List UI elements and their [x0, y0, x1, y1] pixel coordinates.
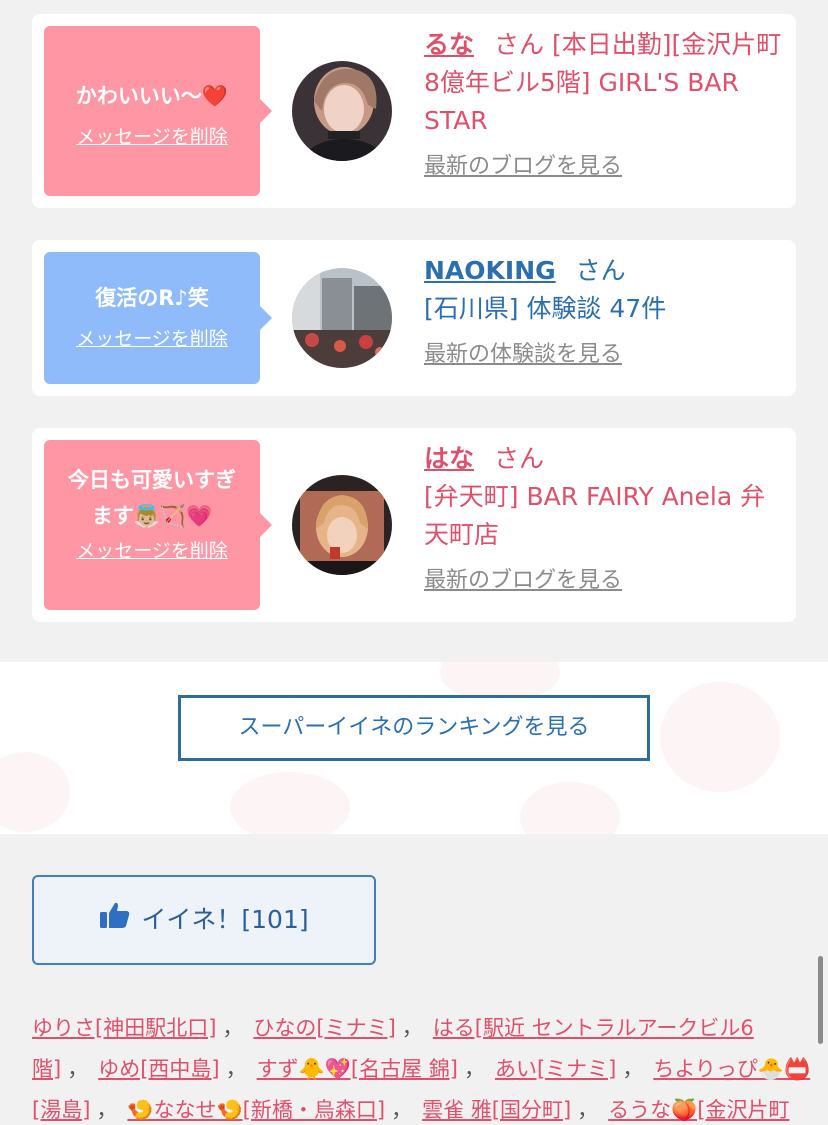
- user-description: [石川県] 体験談 47件: [424, 294, 667, 323]
- background-decoration: [520, 782, 620, 834]
- liker-link[interactable]: ひなの[ミナミ]: [253, 1016, 395, 1040]
- ranking-section: スーパーイイネのランキングを見る: [0, 662, 828, 834]
- user-description: [本日出勤][金沢片町 8億年ビル5階] GIRL'S BAR STAR: [424, 30, 782, 135]
- background-decoration: [230, 772, 350, 834]
- liker-link[interactable]: 雲雀 雅[国分町]: [422, 1098, 571, 1122]
- liker-link[interactable]: 🍤ななせ🍤[新橋・烏森口]: [127, 1098, 385, 1122]
- card-info: NAOKING さん [石川県] 体験談 47件 最新の体験談を見る: [424, 252, 784, 368]
- super-like-ranking-button[interactable]: スーパーイイネのランキングを見る: [178, 695, 650, 761]
- like-count-label: イイネ！[101]: [141, 905, 309, 934]
- delete-message-link[interactable]: メッセージを削除: [44, 122, 260, 149]
- background-decoration: [660, 682, 780, 792]
- liker-link[interactable]: すず🐥💖[名古屋 錦]: [257, 1057, 458, 1081]
- honorific: さん: [494, 30, 545, 59]
- message-text: 今日も可愛いすぎます👼🏼🏹💗: [68, 468, 236, 528]
- avatar[interactable]: [292, 61, 392, 161]
- message-bubble: 復活のR♪笑 メッセージを削除: [44, 252, 272, 384]
- message-text: かわいいい〜❤️: [75, 84, 229, 108]
- delete-message-link[interactable]: メッセージを削除: [44, 536, 260, 563]
- separator: ，: [96, 1098, 118, 1122]
- separator: ，: [401, 1016, 423, 1040]
- separator: ，: [577, 1098, 599, 1122]
- user-description: [弁天町] BAR FAIRY Anela 弁天町店: [424, 482, 766, 549]
- latest-blog-link[interactable]: 最新のブログを見る: [424, 148, 622, 180]
- separator: ，: [67, 1057, 89, 1081]
- delete-message-link[interactable]: メッセージを削除: [44, 324, 260, 351]
- separator: ，: [222, 1016, 244, 1040]
- scrollbar[interactable]: [818, 956, 823, 1044]
- card-info: るな さん [本日出勤][金沢片町 8億年ビル5階] GIRL'S BAR STA…: [424, 26, 784, 180]
- background-decoration: [0, 752, 70, 832]
- message-bubble: 今日も可愛いすぎます👼🏼🏹💗 メッセージを削除: [44, 440, 272, 610]
- honorific: さん: [494, 444, 545, 473]
- latest-review-link[interactable]: 最新の体験談を見る: [424, 336, 622, 368]
- avatar[interactable]: [292, 268, 392, 368]
- liker-list: ゆりさ[神田駅北口]，ひなの[ミナミ]，はる[駅近 セントラルアークビル6階]，…: [32, 1008, 812, 1125]
- message-list: かわいいい〜❤️ メッセージを削除 るな さん [本日出勤][金沢片町 8億年ビル…: [0, 0, 828, 662]
- honorific: さん: [575, 256, 626, 285]
- message-text: 復活のR♪笑: [95, 286, 209, 310]
- message-card: 今日も可愛いすぎます👼🏼🏹💗 メッセージを削除 はな さん [弁天町] BAR F…: [32, 428, 796, 622]
- thumbs-up-icon: [99, 878, 131, 964]
- avatar[interactable]: [292, 475, 392, 575]
- separator: ，: [225, 1057, 247, 1081]
- latest-blog-link[interactable]: 最新のブログを見る: [424, 562, 622, 594]
- user-name-link[interactable]: るな: [424, 30, 474, 59]
- user-name-link[interactable]: NAOKING: [424, 256, 556, 285]
- liker-link[interactable]: あい[ミナミ]: [495, 1057, 616, 1081]
- message-card: かわいいい〜❤️ メッセージを削除 るな さん [本日出勤][金沢片町 8億年ビル…: [32, 14, 796, 208]
- user-name-link[interactable]: はな: [424, 444, 474, 473]
- like-button[interactable]: イイネ！[101]: [32, 875, 376, 965]
- message-card: 復活のR♪笑 メッセージを削除 NAOKING さん [石川県] 体験談 47件 …: [32, 240, 796, 396]
- message-bubble: かわいいい〜❤️ メッセージを削除: [44, 26, 272, 196]
- separator: ，: [391, 1098, 413, 1122]
- card-info: はな さん [弁天町] BAR FAIRY Anela 弁天町店 最新のブログを見…: [424, 440, 784, 594]
- separator: ，: [622, 1057, 644, 1081]
- liker-link[interactable]: るうな🍑[金沢片町: [608, 1098, 789, 1122]
- separator: ，: [463, 1057, 485, 1081]
- liker-link[interactable]: ゆりさ[神田駅北口]: [32, 1016, 216, 1040]
- liker-link[interactable]: ゆめ[西中島]: [98, 1057, 219, 1081]
